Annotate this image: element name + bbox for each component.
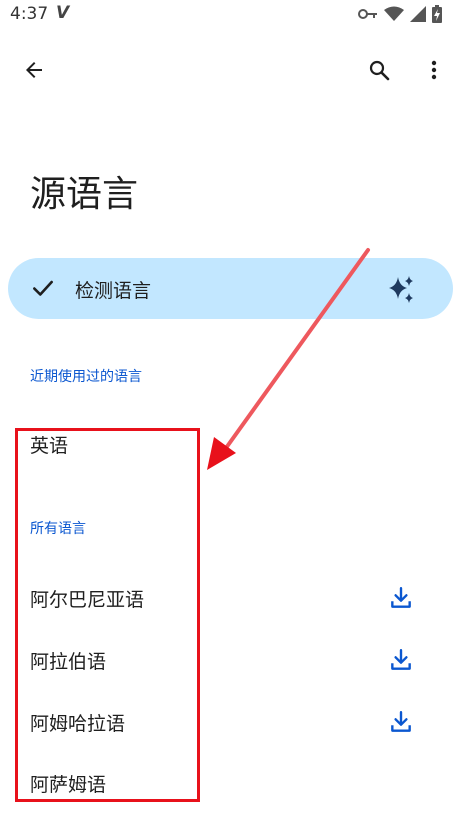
search-icon bbox=[369, 60, 390, 81]
key-icon bbox=[358, 9, 377, 19]
detect-language-item[interactable]: 检测语言 bbox=[8, 258, 453, 319]
detect-language-label: 检测语言 bbox=[75, 280, 152, 302]
status-icons bbox=[358, 5, 442, 23]
sparkle-icon bbox=[389, 276, 413, 303]
signal-icon bbox=[410, 6, 426, 22]
download-button[interactable] bbox=[386, 583, 416, 613]
download-icon bbox=[391, 649, 411, 670]
download-button[interactable] bbox=[386, 645, 416, 675]
more-vert-icon bbox=[431, 60, 437, 80]
status-time: 4:37 bbox=[10, 4, 49, 24]
battery-icon bbox=[432, 5, 442, 23]
recent-languages-header: 近期使用过的语言 bbox=[30, 369, 142, 385]
back-arrow-icon bbox=[26, 62, 42, 78]
status-bar: 4:37 V bbox=[0, 0, 458, 30]
wifi-icon bbox=[384, 6, 404, 21]
annotation-highlight-box bbox=[15, 428, 200, 802]
carrier-logo: V bbox=[56, 3, 70, 23]
app-bar bbox=[0, 40, 458, 100]
download-icon bbox=[391, 587, 411, 608]
search-button[interactable] bbox=[357, 48, 401, 92]
page-title: 源语言 bbox=[30, 174, 139, 215]
back-button[interactable] bbox=[12, 48, 56, 92]
download-icon bbox=[391, 711, 411, 732]
download-button[interactable] bbox=[386, 707, 416, 737]
check-icon bbox=[33, 280, 53, 296]
more-options-button[interactable] bbox=[412, 48, 456, 92]
